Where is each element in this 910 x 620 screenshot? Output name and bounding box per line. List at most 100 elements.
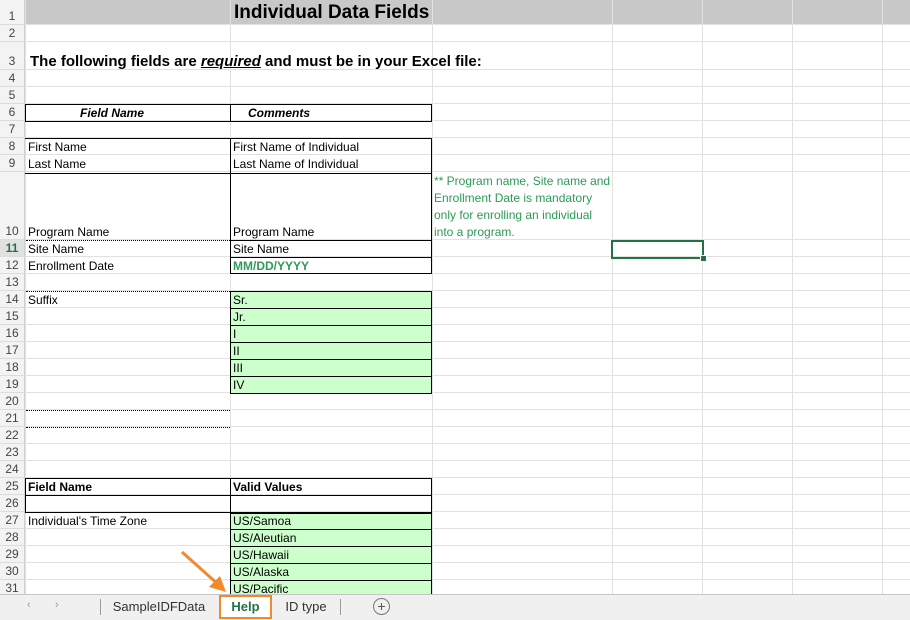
row-header[interactable]: 31 [0, 580, 25, 594]
row-header[interactable]: 30 [0, 563, 25, 580]
field-first-name: First Name [28, 140, 87, 154]
row-header[interactable]: 25 [0, 478, 25, 495]
table1-header-divider [230, 104, 231, 122]
row-header[interactable]: 22 [0, 427, 25, 444]
intro-emphasis: required [200, 53, 261, 70]
row-header[interactable]: 19 [0, 376, 25, 393]
timezone-value: US/Alaska [233, 565, 290, 579]
fill-handle[interactable] [700, 255, 707, 262]
suffix-value: IV [233, 378, 245, 392]
comment-site-name: Site Name [233, 242, 290, 256]
row-divider [25, 256, 910, 257]
row-divider [25, 324, 910, 325]
selected-cell[interactable] [611, 240, 704, 259]
row-header[interactable]: 18 [0, 359, 25, 376]
row-header[interactable]: 29 [0, 546, 25, 563]
table2-header-field: Field Name [28, 480, 93, 494]
col-divider [612, 0, 613, 594]
comment-program-name: Program Name [233, 225, 315, 239]
table1-header-field: Field Name [80, 106, 145, 120]
suffix-value: II [233, 344, 240, 358]
dotted-divider [26, 427, 230, 428]
row-divider [25, 341, 910, 342]
row-header[interactable]: 26 [0, 495, 25, 512]
tab-help[interactable]: Help [219, 595, 272, 619]
row-header[interactable]: 21 [0, 410, 25, 427]
intro-text: The following fields are required and mu… [30, 53, 482, 71]
timezone-row-line [230, 546, 432, 547]
prev-sheet-icon[interactable]: ‹ [27, 599, 31, 611]
field-site-name: Site Name [28, 242, 85, 256]
row-header[interactable]: 3 [0, 42, 25, 70]
comment-last-name: Last Name of Individual [233, 157, 359, 171]
field-enrollment-date: Enrollment Date [28, 259, 115, 273]
suffix-value: Sr. [233, 293, 248, 307]
col-divider [432, 0, 433, 594]
row-divider [25, 273, 910, 274]
intro-post: and must be in your Excel file: [260, 53, 482, 70]
row-header[interactable]: 14 [0, 291, 25, 308]
comment-enrollment-date: MM/DD/YYYY [233, 259, 310, 273]
row-header[interactable]: 11 [0, 240, 25, 257]
suffix-row-line [230, 376, 432, 377]
timezone-row-line [230, 580, 432, 581]
row-divider [25, 545, 910, 546]
row-header[interactable]: 28 [0, 529, 25, 546]
row-header[interactable]: 2 [0, 25, 25, 42]
tab-sampleidfdata[interactable]: SampleIDFData [101, 595, 217, 620]
table2-row-line [25, 495, 432, 496]
row-header[interactable]: 16 [0, 325, 25, 342]
spreadsheet-grid[interactable]: 1 2 3 4 5 6 7 8 9 10 11 12 13 14 15 16 17 18 19 20 21 22 23 24 2… [0, 0, 910, 594]
row-divider [25, 460, 910, 461]
field-program-name: Program Name [28, 225, 110, 239]
row-divider [25, 86, 910, 87]
row-header[interactable]: 8 [0, 138, 25, 155]
row-header[interactable]: 9 [0, 155, 25, 172]
row-header[interactable]: 24 [0, 461, 25, 478]
tab-separator [340, 599, 341, 615]
tab-id-type[interactable]: ID type [273, 595, 339, 620]
intro-pre: The following fields are [30, 53, 201, 70]
row-divider [25, 392, 910, 393]
title-row-fill [25, 0, 910, 25]
table2-header-values: Valid Values [233, 480, 303, 494]
row-header[interactable]: 17 [0, 342, 25, 359]
comment-first-name: First Name of Individual [233, 140, 360, 154]
row-header[interactable]: 12 [0, 257, 25, 274]
col-divider [882, 0, 883, 594]
suffix-row-line [230, 359, 432, 360]
suffix-row-line [230, 308, 432, 309]
add-sheet-icon[interactable]: + [373, 598, 390, 615]
sheet-tab-bar: ‹ › SampleIDFData Help ID type + [0, 594, 910, 620]
timezone-row-line [230, 529, 432, 530]
row-header[interactable]: 5 [0, 87, 25, 104]
suffix-value: I [233, 327, 237, 341]
row-header[interactable]: 10 [0, 172, 25, 240]
sheet-title: Individual Data Fields [234, 2, 430, 23]
row-header[interactable]: 27 [0, 512, 25, 529]
col-divider [792, 0, 793, 594]
timezone-value: US/Samoa [233, 514, 292, 528]
row-header[interactable]: 23 [0, 444, 25, 461]
timezone-value: US/Pacific [233, 582, 289, 594]
row-divider [25, 41, 910, 42]
row-divider [25, 562, 910, 563]
suffix-label: Suffix [28, 293, 58, 307]
row-divider [25, 579, 910, 580]
timezone-row-line [230, 563, 432, 564]
row-divider [25, 528, 910, 529]
row-header[interactable]: 1 [0, 0, 25, 25]
row-header[interactable]: 15 [0, 308, 25, 325]
row-header[interactable]: 13 [0, 274, 25, 291]
next-sheet-icon[interactable]: › [55, 599, 59, 611]
row-divider [25, 307, 910, 308]
timezone-label: Individual's Time Zone [28, 514, 148, 528]
suffix-value: Jr. [233, 310, 246, 324]
suffix-value: III [233, 361, 244, 375]
row-header[interactable]: 4 [0, 70, 25, 87]
row-divider [25, 443, 910, 444]
row-header[interactable]: 7 [0, 121, 25, 138]
row-divider [25, 375, 910, 376]
row-header[interactable]: 6 [0, 104, 25, 121]
row-header[interactable]: 20 [0, 393, 25, 410]
